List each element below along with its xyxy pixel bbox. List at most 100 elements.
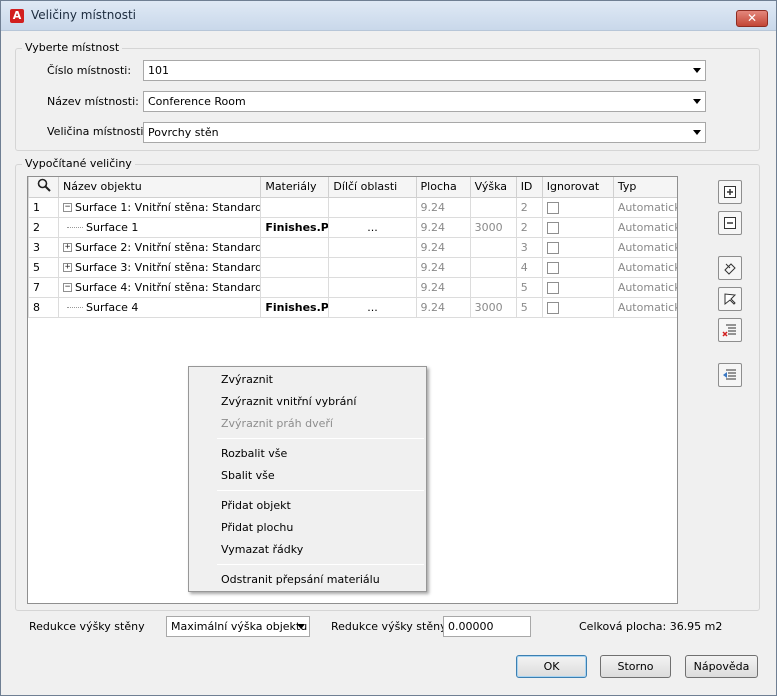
row-number: 2 (28, 216, 60, 238)
expand-tree-icon[interactable]: + (63, 263, 73, 272)
dialog-window: A Veličiny místnosti ✕ Vyberte místnost … (0, 0, 777, 696)
object-name-text: Surface 1: Vnitřní stěna: Standard (75, 200, 261, 214)
search-column-header[interactable] (28, 177, 60, 198)
collapse-tree-icon[interactable]: − (63, 283, 73, 292)
chevron-down-icon (693, 130, 701, 135)
menu-item-highlight-inner-recess[interactable]: Zvýraznit vnitřní vybrání (221, 392, 356, 412)
room-quantity-value: Povrchy stěn (148, 126, 219, 139)
ignore-checkbox[interactable] (546, 261, 559, 274)
object-name-cell[interactable]: Surface 1 (58, 216, 262, 238)
ignore-checkbox[interactable] (546, 301, 559, 314)
ignore-checkbox[interactable] (546, 241, 559, 254)
height-cell: 3000 (469, 216, 517, 238)
column-header-ignore[interactable]: Ignorovat (541, 177, 614, 198)
help-button[interactable]: Nápověda (685, 655, 758, 678)
material-cell[interactable] (260, 256, 330, 278)
sub-area-cell[interactable] (328, 256, 417, 278)
id-cell: 3 (515, 236, 543, 258)
sub-area-cell[interactable]: ... (328, 296, 417, 318)
ignore-cell (541, 236, 614, 258)
collapse-icon (724, 217, 736, 229)
chevron-down-icon (693, 68, 701, 73)
close-icon: ✕ (746, 11, 758, 25)
autocad-app-icon: A (10, 9, 24, 23)
object-name-cell[interactable]: + Surface 2: Vnitřní stěna: Standard (58, 236, 262, 258)
height-cell: 3000 (469, 296, 517, 318)
context-menu: Zvýraznit Zvýraznit vnitřní vybrání Zvýr… (188, 366, 427, 592)
delete-rows-button[interactable] (718, 318, 742, 342)
id-cell: 2 (515, 216, 543, 238)
menu-item-add-object[interactable]: Přidat objekt (221, 496, 291, 516)
column-header-sub-areas[interactable]: Dílčí oblasti (328, 177, 417, 198)
area-cell: 9.24 (415, 296, 471, 318)
height-cell (469, 276, 517, 298)
add-object-button[interactable] (718, 256, 742, 280)
area-cell: 9.24 (415, 196, 471, 218)
menu-item-highlight[interactable]: Zvýraznit (221, 370, 273, 390)
sub-area-cell[interactable] (328, 196, 417, 218)
column-header-id[interactable]: ID (515, 177, 543, 198)
material-cell[interactable]: Finishes.Pla (260, 216, 330, 238)
menu-item-collapse-all[interactable]: Sbalit vše (221, 466, 275, 486)
ignore-checkbox[interactable] (546, 281, 559, 294)
table-row[interactable]: 1 − Surface 1: Vnitřní stěna: Standard 9.… (28, 196, 677, 218)
menu-item-delete-rows[interactable]: Vymazat řádky (221, 540, 303, 560)
room-name-select[interactable]: Conference Room (143, 91, 706, 112)
room-name-value: Conference Room (148, 95, 246, 108)
column-header-object-name[interactable]: Název objektu (58, 177, 262, 198)
ok-button[interactable]: OK (516, 655, 587, 678)
room-name-label: Název místnosti: (47, 95, 139, 108)
table-row[interactable]: 3 + Surface 2: Vnitřní stěna: Standard 9.… (28, 236, 677, 258)
expand-all-button[interactable] (718, 180, 742, 204)
column-header-materials[interactable]: Materiály (260, 177, 330, 198)
object-name-cell[interactable]: Surface 4 (58, 296, 262, 318)
chevron-down-icon (693, 99, 701, 104)
computed-quantities-legend: Vypočítané veličiny (22, 157, 135, 170)
table-row[interactable]: 5 + Surface 3: Vnitřní stěna: Standard 9.… (28, 256, 677, 278)
select-room-legend: Vyberte místnost (22, 41, 123, 54)
material-cell[interactable] (260, 236, 330, 258)
table-row[interactable]: 8 Surface 4 Finishes.Pla ... 9.24 3000 5… (28, 296, 677, 318)
collapse-all-button[interactable] (718, 211, 742, 235)
material-cell[interactable] (260, 196, 330, 218)
collapse-tree-icon[interactable]: − (63, 203, 73, 212)
room-quantity-select[interactable]: Povrchy stěn (143, 122, 706, 143)
title-bar: A Veličiny místnosti ✕ (1, 1, 776, 31)
close-button[interactable]: ✕ (736, 10, 768, 27)
object-name-cell[interactable]: − Surface 1: Vnitřní stěna: Standard (58, 196, 262, 218)
type-cell: Automaticky (612, 216, 677, 238)
column-header-height[interactable]: Výška (469, 177, 517, 198)
material-cell[interactable]: Finishes.Pla (260, 296, 330, 318)
column-header-type[interactable]: Typ (612, 177, 677, 198)
material-cell[interactable] (260, 276, 330, 298)
sub-area-cell[interactable]: ... (328, 216, 417, 238)
row-number: 7 (28, 276, 60, 298)
add-area-button[interactable] (718, 287, 742, 311)
expand-tree-icon[interactable]: + (63, 243, 73, 252)
ignore-checkbox[interactable] (546, 221, 559, 234)
menu-item-highlight-door-threshold: Zvýraznit práh dveří (221, 417, 333, 430)
menu-item-expand-all[interactable]: Rozbalit vše (221, 444, 287, 464)
sub-area-cell[interactable] (328, 236, 417, 258)
row-number: 3 (28, 236, 60, 258)
room-number-select[interactable]: 101 (143, 60, 706, 81)
menu-item-remove-material-override[interactable]: Odstranit přepsání materiálu (221, 570, 380, 590)
wall-height-reduction-input[interactable]: 0.00000 (443, 616, 531, 637)
table-row[interactable]: 7 − Surface 4: Vnitřní stěna: Standard 9.… (28, 276, 677, 298)
id-cell: 4 (515, 256, 543, 278)
column-header-area[interactable]: Plocha (415, 177, 471, 198)
cancel-button[interactable]: Storno (600, 655, 671, 678)
menu-item-add-area[interactable]: Přidat plochu (221, 518, 293, 538)
object-name-cell[interactable]: − Surface 4: Vnitřní stěna: Standard (58, 276, 262, 298)
object-name-text: Surface 1 (86, 220, 139, 234)
type-cell: Automaticky (612, 236, 677, 258)
ignore-checkbox[interactable] (546, 201, 559, 214)
sub-area-cell[interactable] (328, 276, 417, 298)
table-row[interactable]: 2 Surface 1 Finishes.Pla ... 9.24 3000 2… (28, 216, 677, 238)
row-number: 5 (28, 256, 60, 278)
object-name-text: Surface 4 (86, 300, 139, 314)
room-quantity-label: Veličina místnosti: (47, 125, 148, 138)
object-name-cell[interactable]: + Surface 3: Vnitřní stěna: Standard (58, 256, 262, 278)
remove-material-override-button[interactable] (718, 363, 742, 387)
wall-height-reduction-select[interactable]: Maximální výška objektu (166, 616, 310, 637)
